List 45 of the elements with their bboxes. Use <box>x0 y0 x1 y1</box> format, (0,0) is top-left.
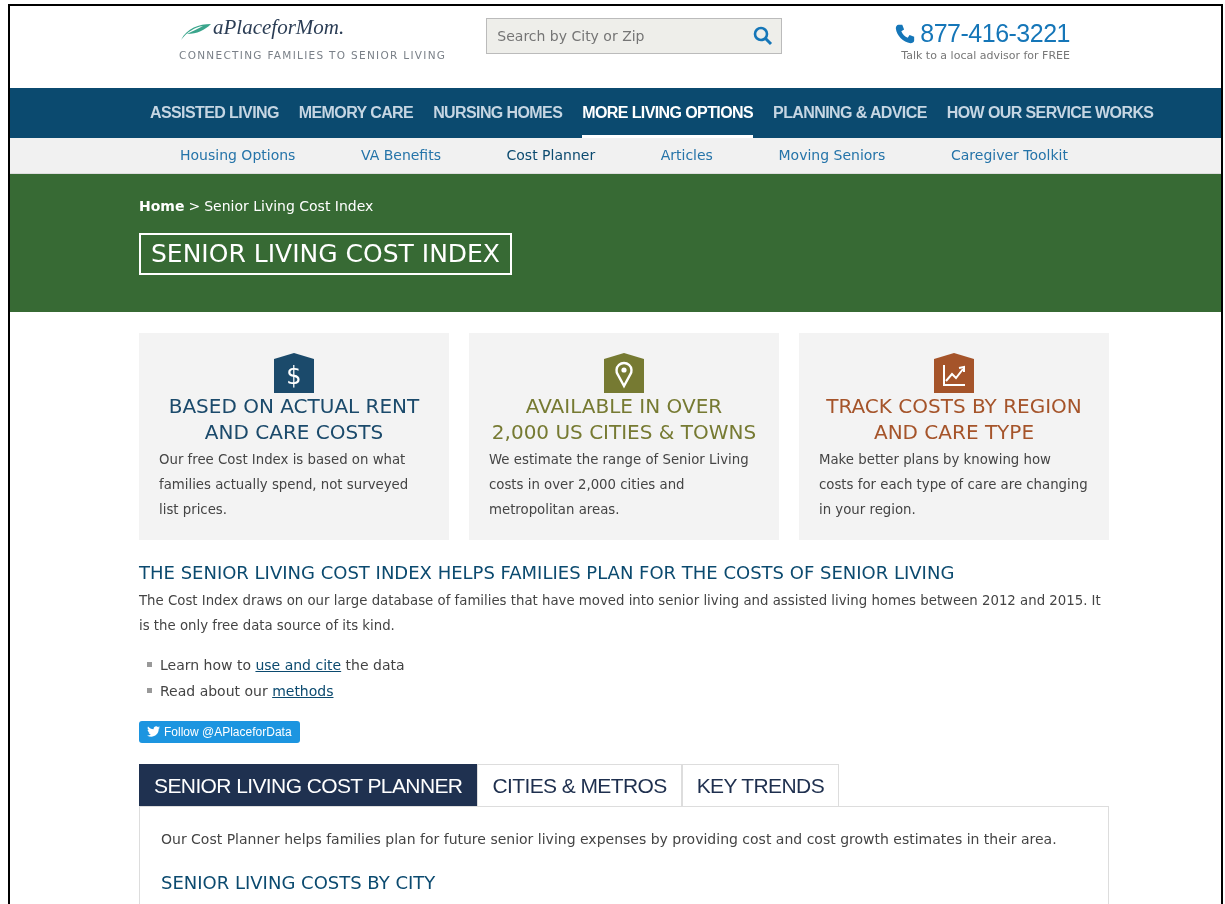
feature-description: We estimate the range of Senior Living costs in over 2,000 cities and metropolitan areas. <box>489 451 750 519</box>
panel-heading: SENIOR LIVING COSTS BY CITY <box>161 872 437 894</box>
nav-tab[interactable]: MEMORY CARE <box>298 88 414 138</box>
page-title: SENIOR LIVING COST INDEX <box>139 233 512 275</box>
search-icon[interactable] <box>753 26 774 46</box>
feature-title: TRACK COSTS BY REGION AND CARE TYPE <box>825 393 1083 445</box>
tagline: CONNECTING FAMILIES TO SENIOR LIVING <box>179 47 447 63</box>
bullet-icon <box>147 662 152 668</box>
nav-tab[interactable]: PLANNING & ADVICE <box>773 88 927 138</box>
icon-glyph: $ <box>286 361 302 392</box>
bullet-text: Learn how to use and cite the data <box>160 655 405 675</box>
panel-paragraph: Our Cost Planner helps families plan for future senior living expenses by providing cost and cost growth estimates in their area. <box>161 830 1058 850</box>
subnav-link[interactable]: Housing Options <box>180 145 296 166</box>
tab[interactable]: SENIOR LIVING COST PLANNER <box>139 764 478 807</box>
subnav-link[interactable]: Articles <box>660 145 713 166</box>
tab[interactable]: CITIES & METROS <box>477 764 682 807</box>
search-field[interactable]: Search by City or Zip <box>495 24 754 48</box>
bullet-icon <box>147 688 152 694</box>
search-box[interactable]: Search by City or Zip <box>486 18 783 54</box>
subnav-link[interactable]: Cost Planner <box>506 145 596 166</box>
tab[interactable]: KEY TRENDS <box>681 764 840 807</box>
advisor-note: Talk to a local advisor for FREE <box>901 47 1070 64</box>
subnav-link[interactable]: Moving Seniors <box>778 145 886 166</box>
section-heading: THE SENIOR LIVING COST INDEX HELPS FAMILIES PLAN FOR THE COSTS OF SENIOR LIVING <box>139 562 956 584</box>
feature-title: AVAILABLE IN OVER 2,000 US CITIES & TOWNS <box>490 393 758 445</box>
feature-title: BASED ON ACTUAL RENT AND CARE COSTS <box>167 393 421 445</box>
feature-description: Our free Cost Index is based on what families actually spend, not surveyed list prices. <box>159 451 410 519</box>
follow-button[interactable]: Follow @APlaceforData <box>139 720 300 743</box>
phone-number[interactable]: 877-416-3221 <box>920 20 1070 48</box>
breadcrumb-current: Senior Living Cost Index <box>204 197 374 216</box>
breadcrumb-separator: > <box>188 197 201 216</box>
breadcrumb-link[interactable]: Home <box>139 196 185 217</box>
nav-tab[interactable]: ASSISTED LIVING <box>150 88 279 138</box>
nav-tab[interactable]: NURSING HOMES <box>433 88 563 138</box>
bird-icon <box>147 726 160 738</box>
text-link[interactable]: use and cite <box>255 656 342 673</box>
feature-description: Make better plans by knowing how costs for each type of care are changing in your region. <box>819 451 1089 519</box>
phone-icon <box>894 22 917 45</box>
logo-text[interactable]: aPlaceforMom. <box>213 12 345 44</box>
subnav-link[interactable]: Caregiver Toolkit <box>950 145 1068 166</box>
intro-paragraph: The Cost Index draws on our large database of families that have moved into senior living and assisted living homes between 2012 and 2015. It is the only free data source of its kind. <box>139 591 1102 635</box>
text-link[interactable]: methods <box>272 682 334 699</box>
nav-tab[interactable]: HOW OUR SERVICE WORKS <box>946 88 1154 138</box>
bullet-text: Read about our methods <box>160 681 334 701</box>
subnav-link[interactable]: VA Benefits <box>360 145 441 166</box>
